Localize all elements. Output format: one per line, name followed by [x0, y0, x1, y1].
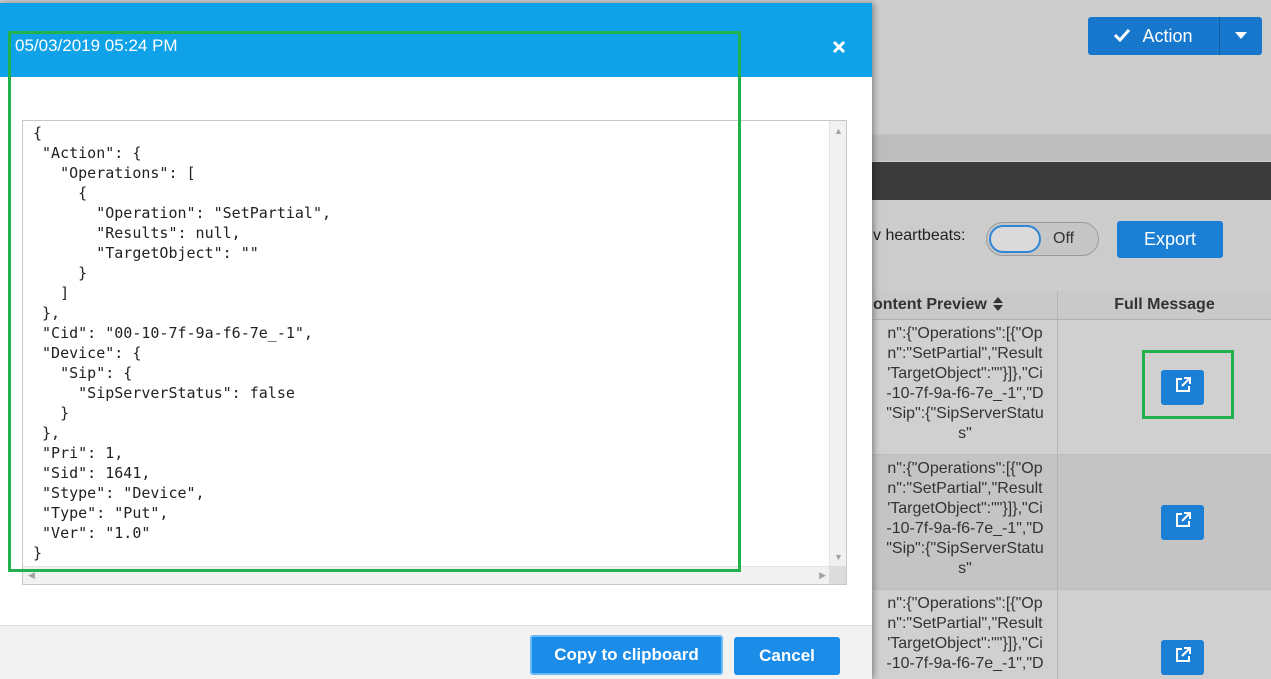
toggle-state-label: Off	[1053, 230, 1075, 247]
open-full-message-button[interactable]	[1161, 505, 1204, 540]
toggle-knob	[989, 225, 1041, 253]
action-dropdown-toggle[interactable]	[1219, 17, 1262, 55]
table-row: n":{"Operations":[{"Op n":"SetPartial","…	[873, 455, 1271, 590]
open-full-message-button[interactable]	[1161, 640, 1204, 675]
heartbeats-toggle[interactable]: Off	[986, 222, 1099, 256]
column-header-full-message: Full Message	[1057, 291, 1271, 320]
column-header-content-preview[interactable]: ontent Preview	[873, 291, 1057, 320]
checkmark-icon	[1114, 26, 1131, 47]
scrollbar-corner	[829, 566, 846, 584]
cancel-button[interactable]: Cancel	[734, 637, 840, 675]
export-button[interactable]: Export	[1117, 221, 1223, 258]
close-icon[interactable]	[832, 37, 846, 60]
scroll-down-icon[interactable]: ▼	[834, 552, 843, 562]
content-preview-cell: n":{"Operations":[{"Op n":"SetPartial","…	[886, 325, 1044, 442]
external-link-icon	[1174, 646, 1192, 669]
full-message-cell	[1057, 455, 1271, 589]
action-button[interactable]: Action	[1088, 17, 1219, 55]
scroll-up-icon[interactable]: ▲	[834, 126, 843, 136]
highlight-box-modal-content	[8, 31, 741, 572]
table-row: n":{"Operations":[{"Op n":"SetPartial","…	[873, 590, 1271, 679]
copy-to-clipboard-button[interactable]: Copy to clipboard	[530, 635, 723, 675]
highlight-box-open-button	[1142, 350, 1234, 419]
full-message-cell	[1057, 590, 1271, 679]
action-button-label: Action	[1142, 25, 1193, 46]
caret-down-icon	[1235, 29, 1247, 43]
external-link-icon	[1174, 511, 1192, 534]
column-header-label: ontent Preview	[873, 296, 987, 313]
vertical-scrollbar[interactable]: ▲ ▼	[829, 121, 846, 567]
content-preview-cell: n":{"Operations":[{"Op n":"SetPartial","…	[886, 460, 1044, 577]
heartbeats-label: v heartbeats:	[873, 227, 966, 244]
scroll-right-icon[interactable]: ▶	[819, 570, 826, 581]
sort-icon[interactable]	[992, 296, 1003, 314]
content-preview-cell: n":{"Operations":[{"Op n":"SetPartial","…	[886, 595, 1044, 672]
